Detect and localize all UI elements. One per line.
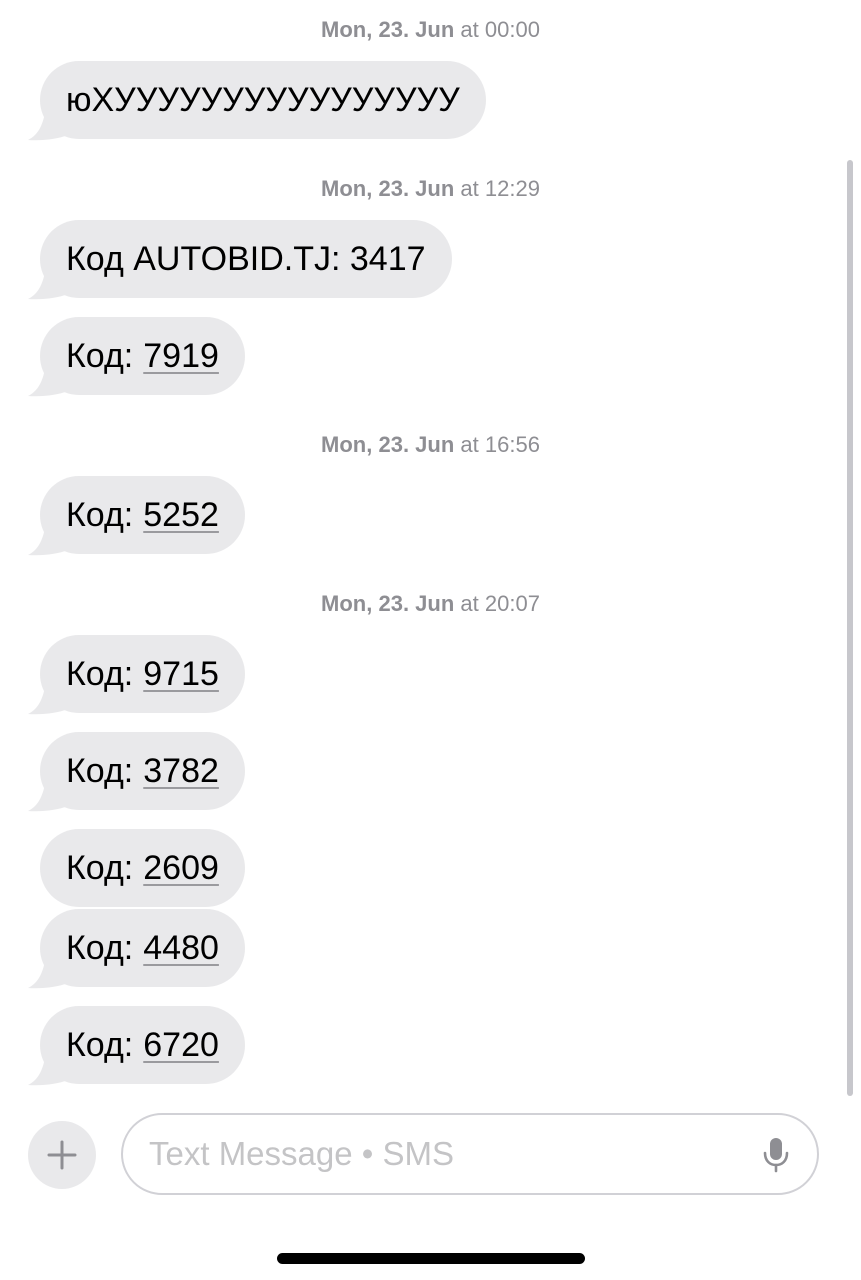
- message-input-placeholder: Text Message • SMS: [149, 1135, 454, 1172]
- verification-code-link[interactable]: 6720: [143, 1026, 219, 1065]
- home-indicator[interactable]: [277, 1253, 585, 1264]
- verification-code-link[interactable]: 9715: [143, 655, 219, 694]
- timestamp: Mon, 23. Jun at 16:56: [0, 432, 861, 458]
- message-bubble[interactable]: юХУУУУУУУУУУУУУУУУ: [40, 61, 486, 139]
- message-prefix: Код:: [66, 928, 134, 967]
- message-bubble[interactable]: Код: 2609: [40, 829, 245, 907]
- message-prefix: Код:: [66, 1025, 134, 1064]
- timestamp-time: at 16:56: [460, 432, 540, 457]
- timestamp-time: at 20:07: [460, 591, 540, 616]
- verification-code-link[interactable]: 3782: [143, 752, 219, 791]
- message-prefix: Код:: [66, 751, 134, 790]
- timestamp-time: at 00:00: [460, 17, 540, 42]
- message-bubble[interactable]: Код: 7919: [40, 317, 245, 395]
- verification-code-link[interactable]: 7919: [143, 337, 219, 376]
- timestamp: Mon, 23. Jun at 00:00: [0, 17, 861, 43]
- timestamp-day: Mon, 23. Jun: [321, 176, 455, 201]
- verification-code-link[interactable]: 2609: [143, 849, 219, 888]
- message-bubble[interactable]: Код: 9715: [40, 635, 245, 713]
- message-prefix: Код:: [66, 848, 134, 887]
- message-text: юХУУУУУУУУУУУУУУУУ: [66, 80, 460, 119]
- scrollbar[interactable]: [847, 160, 853, 1096]
- timestamp: Mon, 23. Jun at 20:07: [0, 591, 861, 617]
- message-bubble[interactable]: Код: 5252: [40, 476, 245, 554]
- timestamp-day: Mon, 23. Jun: [321, 432, 455, 457]
- timestamp-day: Mon, 23. Jun: [321, 591, 455, 616]
- message-text: Код AUTOBID.TJ: 3417: [66, 239, 426, 278]
- message-prefix: Код:: [66, 495, 134, 534]
- plus-icon: [47, 1140, 77, 1170]
- message-bubble[interactable]: Код AUTOBID.TJ: 3417: [40, 220, 452, 298]
- verification-code-link[interactable]: 5252: [143, 496, 219, 535]
- message-bubble[interactable]: Код: 3782: [40, 732, 245, 810]
- message-prefix: Код:: [66, 336, 134, 375]
- message-input[interactable]: Text Message • SMS: [121, 1113, 819, 1195]
- message-bubble[interactable]: Код: 4480: [40, 909, 245, 987]
- timestamp-time: at 12:29: [460, 176, 540, 201]
- microphone-icon[interactable]: [761, 1137, 791, 1173]
- message-prefix: Код:: [66, 654, 134, 693]
- add-attachment-button[interactable]: [28, 1121, 96, 1189]
- message-bubble[interactable]: Код: 6720: [40, 1006, 245, 1084]
- verification-code-link[interactable]: 4480: [143, 929, 219, 968]
- timestamp-day: Mon, 23. Jun: [321, 17, 455, 42]
- timestamp: Mon, 23. Jun at 12:29: [0, 176, 861, 202]
